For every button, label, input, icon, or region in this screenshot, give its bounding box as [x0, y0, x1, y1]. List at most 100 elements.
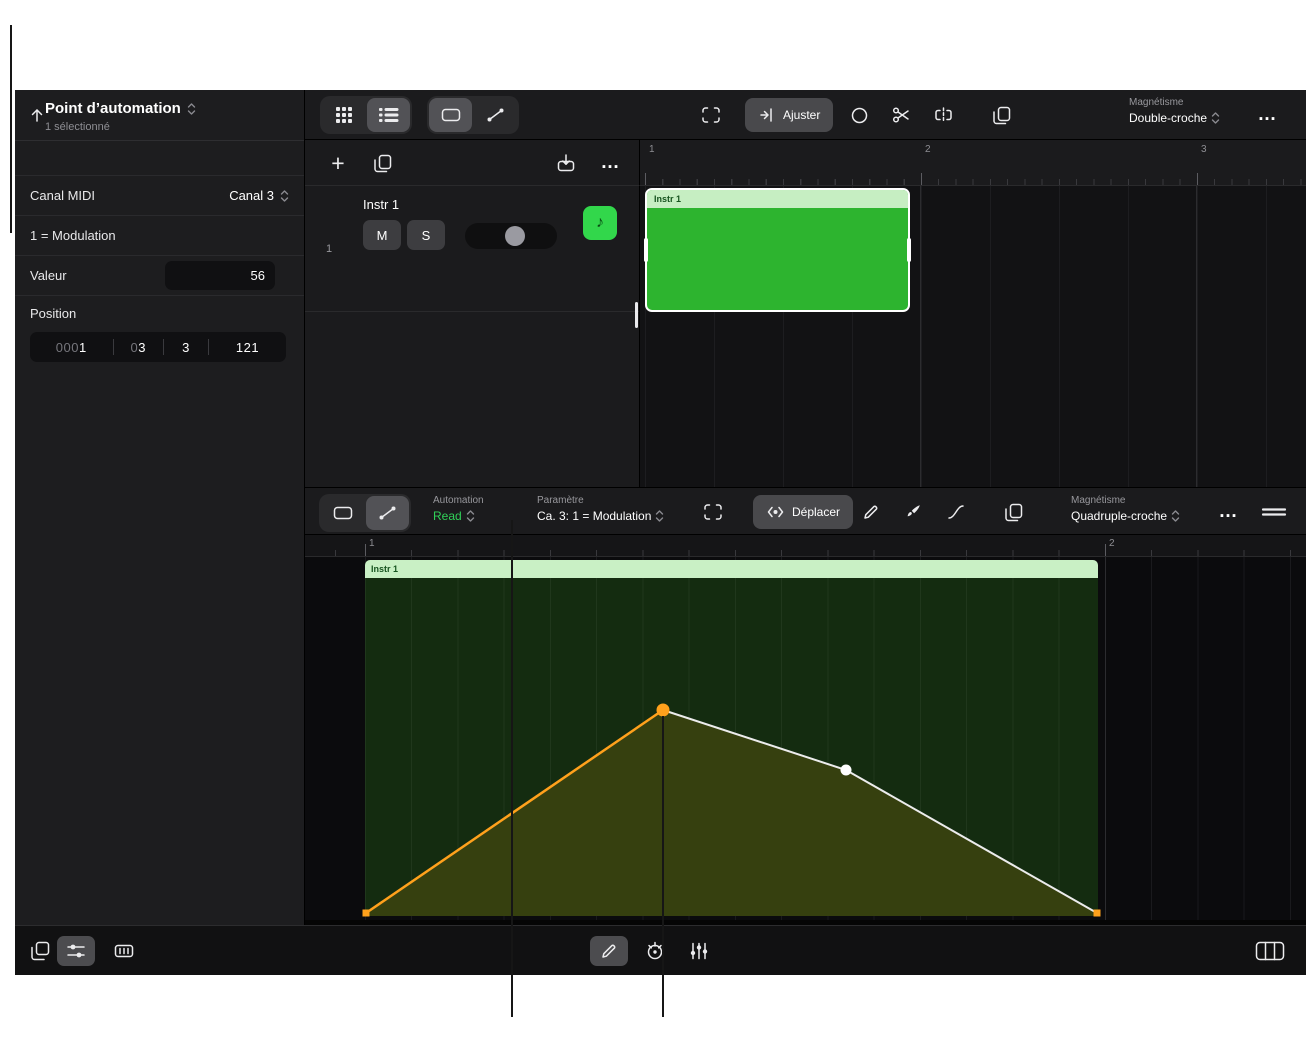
canal-midi-row[interactable]: Canal MIDI Canal 3: [15, 176, 304, 216]
inspector-rows: Canal MIDI Canal 3 1 = Modulation Valeur…: [15, 175, 304, 362]
cycle-button[interactable]: [841, 98, 877, 132]
region-right-handle[interactable]: [907, 238, 911, 262]
tracks-area[interactable]: Instr 1: [640, 186, 1306, 487]
marquee-button[interactable]: [695, 495, 731, 529]
ajuster-button[interactable]: Ajuster: [745, 98, 833, 132]
midi-region[interactable]: Instr 1: [645, 188, 910, 312]
slider-knob[interactable]: [505, 226, 525, 246]
region-tool-button[interactable]: [321, 496, 364, 530]
position-field[interactable]: 0001 03 3 121: [30, 332, 286, 362]
track-volume-slider[interactable]: [465, 223, 557, 249]
track-header[interactable]: 1 Instr 1 M S ♪: [305, 186, 639, 312]
automation-point[interactable]: [363, 910, 370, 917]
automation-tool-button[interactable]: [366, 496, 409, 530]
tuner-button[interactable]: [636, 936, 674, 966]
ruler-ticks: [305, 550, 1306, 556]
bottom-toolbar: [15, 925, 1306, 975]
position-seg-div[interactable]: 3: [164, 340, 208, 355]
copy-button[interactable]: [983, 98, 1019, 132]
track-more-button[interactable]: …: [593, 146, 627, 180]
mixer-button[interactable]: [680, 936, 718, 966]
snap-dropdown[interactable]: Magnétisme Double-croche: [1129, 97, 1220, 125]
automation-point[interactable]: [657, 704, 670, 717]
automation-ruler[interactable]: 1 2: [305, 535, 1306, 557]
deplacer-button[interactable]: Déplacer: [753, 495, 853, 529]
automation-editor[interactable]: Instr 1: [305, 557, 1306, 920]
automation-curve-icon: [378, 504, 397, 522]
valeur-field[interactable]: 56: [165, 261, 275, 290]
view-mode-segment: [320, 96, 412, 134]
position-seg-bar[interactable]: 0001: [30, 340, 113, 355]
copy-button[interactable]: [995, 495, 1031, 529]
pencil-mode-button[interactable]: [590, 936, 628, 966]
automation-toolbar: Automation Read Paramètre Ca. 3: 1 = Mod…: [305, 487, 1306, 535]
automation-curve-svg[interactable]: [305, 557, 1306, 920]
faders-icon: [689, 942, 709, 960]
position-seg-beat[interactable]: 03: [114, 340, 164, 355]
automation-mode-dropdown[interactable]: Automation Read: [433, 495, 484, 523]
ruler-mark: 1: [369, 538, 375, 549]
split-icon: [934, 106, 953, 124]
move-icon: [766, 503, 785, 521]
add-track-button[interactable]: +: [321, 146, 355, 180]
marquee-button[interactable]: [693, 98, 729, 132]
tracks-view-button[interactable]: [367, 98, 410, 132]
position-seg-tick[interactable]: 121: [209, 340, 286, 355]
tracks-icon: [379, 107, 399, 123]
track-number: 1: [305, 186, 353, 311]
parameter-label: Paramètre: [537, 495, 664, 506]
inspector-panel: Point d’automation 1 sélectionné Canal M…: [15, 90, 305, 925]
valeur-row: Valeur 56: [15, 256, 304, 296]
plus-icon: +: [331, 153, 344, 173]
import-button[interactable]: [549, 146, 583, 180]
track-header-toolbar: + …: [305, 140, 640, 186]
solo-button[interactable]: S: [407, 220, 445, 250]
modulation-row[interactable]: 1 = Modulation: [15, 216, 304, 256]
vertical-scrollbar[interactable]: [635, 302, 638, 328]
deplacer-label: Déplacer: [792, 505, 840, 519]
ellipsis-icon: …: [1258, 110, 1277, 120]
ellipsis-icon: …: [601, 158, 620, 168]
region-left-handle[interactable]: [644, 238, 648, 262]
automation-tool-button[interactable]: [474, 98, 517, 132]
ruler-ticks: [640, 179, 1306, 185]
ruler-mark: 2: [1109, 538, 1115, 549]
io-panel-button[interactable]: [105, 936, 143, 966]
keyboard-button[interactable]: [1248, 936, 1292, 966]
scissors-icon: [892, 106, 910, 124]
track-name[interactable]: Instr 1: [363, 197, 399, 212]
automation-tool-segment: [319, 494, 411, 532]
curve-tool-button[interactable]: [938, 495, 974, 529]
scissors-button[interactable]: [883, 98, 919, 132]
automation-point[interactable]: [841, 765, 852, 776]
snap-value: Quadruple-croche: [1071, 509, 1167, 523]
snap-dropdown[interactable]: Magnétisme Quadruple-croche: [1071, 495, 1180, 523]
region-header[interactable]: Instr 1: [647, 190, 908, 208]
pencil-icon: [862, 503, 880, 521]
automation-mode-label: Automation: [433, 495, 484, 506]
brush-tool-button[interactable]: [895, 495, 931, 529]
snap-value: Double-croche: [1129, 111, 1207, 125]
automation-point[interactable]: [1094, 910, 1101, 917]
inspector-title-row[interactable]: Point d’automation: [45, 100, 196, 117]
mute-button[interactable]: M: [363, 220, 401, 250]
io-icon: [114, 942, 134, 960]
callout-line-automation-point: [662, 716, 664, 1017]
parameter-dropdown[interactable]: Paramètre Ca. 3: 1 = Modulation: [537, 495, 664, 523]
timeline-ruler[interactable]: 1 2 3: [640, 140, 1306, 186]
duplicate-track-button[interactable]: [365, 146, 399, 180]
chevron-updown-icon: [1211, 111, 1220, 125]
browser-button[interactable]: [21, 936, 59, 966]
inspector-title: Point d’automation: [45, 100, 181, 117]
grid-view-button[interactable]: [322, 98, 365, 132]
more-button[interactable]: …: [1249, 98, 1285, 132]
region-tool-button[interactable]: [429, 98, 472, 132]
instrument-button[interactable]: ♪: [583, 206, 617, 240]
callout-line-parameter: [511, 520, 513, 1017]
pencil-tool-button[interactable]: [853, 495, 889, 529]
editor-resize-handle[interactable]: [1256, 495, 1292, 529]
split-button[interactable]: [925, 98, 961, 132]
editors-button[interactable]: [57, 936, 95, 966]
automation-mode-value: Read: [433, 509, 462, 523]
more-button[interactable]: …: [1210, 495, 1246, 529]
